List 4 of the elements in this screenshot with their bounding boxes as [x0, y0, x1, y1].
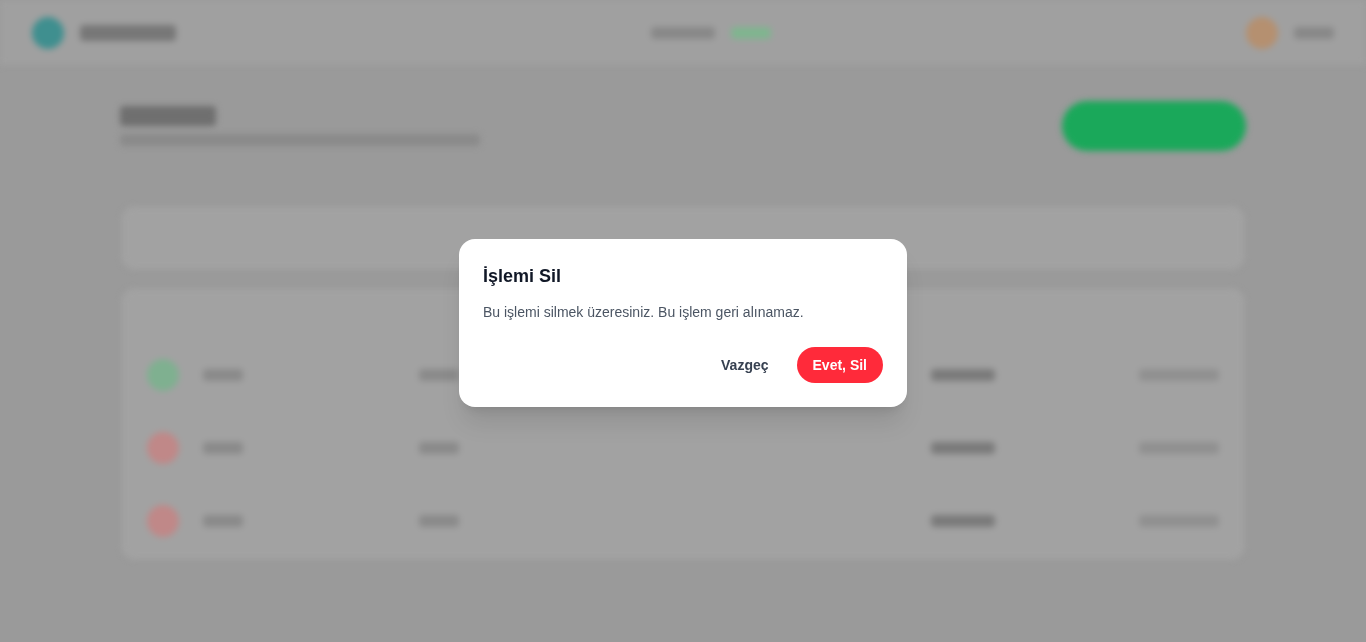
- confirm-delete-button[interactable]: Evet, Sil: [796, 347, 883, 383]
- dialog-message: Bu işlemi silmek üzeresiniz. Bu işlem geri alınamaz.: [483, 303, 805, 322]
- cancel-button[interactable]: Vazgeç: [705, 347, 785, 383]
- dialog-title: İşlemi Sil: [483, 265, 563, 288]
